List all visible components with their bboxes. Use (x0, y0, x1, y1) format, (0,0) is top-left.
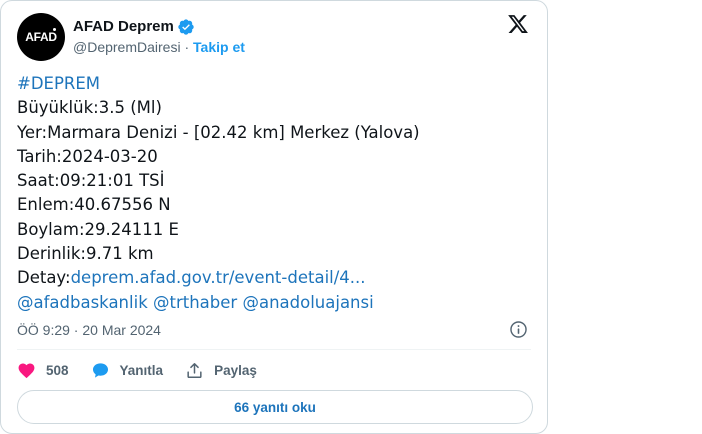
location-line: Yer:Marmara Denizi - [02.42 km] Merkez (… (17, 122, 420, 142)
mention-link[interactable]: @afadbaskanlik (17, 293, 148, 312)
tweet-timestamp[interactable]: ÖÖ 9:29 · 20 Mar 2024 (17, 320, 161, 340)
account-names: AFAD Deprem @DepremDairesi · Takip et (73, 17, 245, 57)
account-name[interactable]: AFAD Deprem (73, 17, 174, 37)
verified-badge-icon (178, 19, 194, 35)
date-line: Tarih:2024-03-20 (17, 146, 158, 166)
read-replies-button[interactable]: 66 yanıtı oku (17, 390, 533, 424)
avatar-text: AFAD (25, 30, 57, 44)
tweet-header: AFAD AFAD Deprem @DepremDairesi · Takip … (17, 13, 245, 61)
share-button[interactable]: Paylaş (185, 361, 257, 380)
hashtag-link[interactable]: #DEPREM (17, 72, 537, 96)
account-name-row: AFAD Deprem (73, 17, 245, 37)
like-count: 508 (46, 362, 69, 378)
share-label: Paylaş (214, 362, 257, 378)
heart-icon (18, 363, 35, 378)
mention-link[interactable]: @trthaber (153, 293, 237, 312)
action-bar: 508 Yanıtla Paylaş (17, 357, 279, 383)
separator: · (184, 39, 190, 55)
tweet-text: #DEPREM Büyüklük:3.5 (Ml) Yer:Marmara De… (17, 72, 537, 315)
mention-link[interactable]: @anadoluajansi (242, 293, 373, 312)
depth-line: Derinlik:9.71 km (17, 244, 154, 264)
divider (17, 349, 531, 350)
detail-link[interactable]: deprem.afad.gov.tr/event-detail/4... (71, 268, 366, 287)
detail-label: Detay: (17, 268, 71, 288)
avatar-dot (53, 28, 56, 31)
time-line: Saat:09:21:01 TSİ (17, 171, 165, 191)
follow-button[interactable]: Takip et (193, 39, 245, 55)
x-logo-icon[interactable] (507, 13, 529, 35)
magnitude-line: Büyüklük:3.5 (Ml) (17, 98, 162, 118)
handle-row: @DepremDairesi · Takip et (73, 37, 245, 57)
reply-button[interactable]: Yanıtla (91, 361, 164, 380)
avatar[interactable]: AFAD (17, 13, 65, 61)
info-icon[interactable] (509, 320, 528, 339)
reply-bubble-icon (92, 362, 108, 378)
latitude-line: Enlem:40.67556 N (17, 195, 171, 215)
share-icon (187, 362, 202, 378)
reply-label: Yanıtla (119, 362, 164, 378)
like-button[interactable]: 508 (17, 361, 69, 380)
tweet-card: AFAD AFAD Deprem @DepremDairesi · Takip … (0, 0, 548, 434)
account-handle[interactable]: @DepremDairesi (73, 39, 181, 55)
longitude-line: Boylam:29.24111 E (17, 219, 179, 239)
detail-line: Detay:deprem.afad.gov.tr/event-detail/4.… (17, 266, 537, 290)
mentions-line: @afadbaskanlik @trthaber @anadoluajansi (17, 291, 537, 315)
